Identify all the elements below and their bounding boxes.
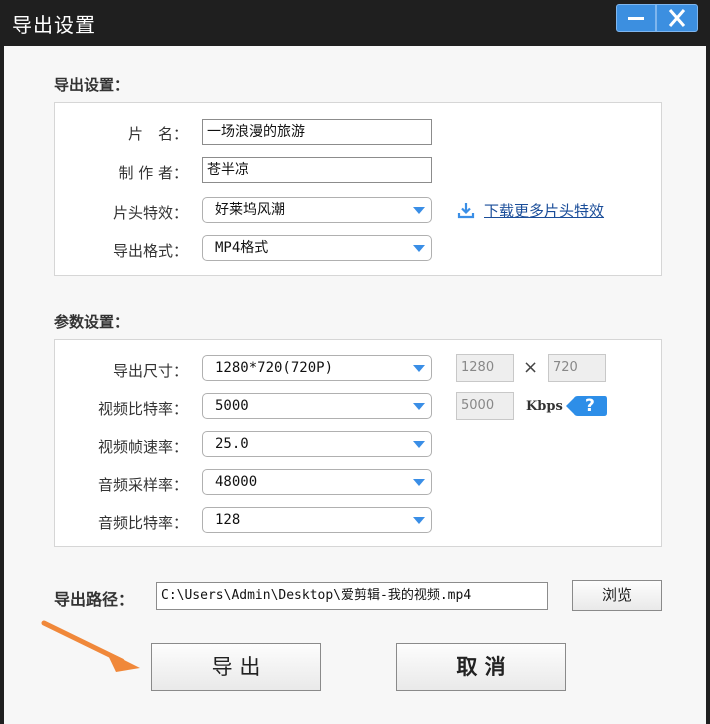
video-bitrate-select[interactable]: 5000	[202, 393, 432, 419]
chevron-down-icon	[413, 403, 425, 410]
format-select[interactable]: MP4格式	[202, 235, 432, 261]
author-label: 制 作 者：	[118, 164, 188, 182]
audio-bitrate-value: 128	[215, 512, 241, 528]
frame-rate-value: 25.0	[215, 436, 249, 452]
close-icon	[668, 9, 686, 27]
export-path-input[interactable]: C:\Users\Admin\Desktop\爱剪辑-我的视频.mp4	[156, 582, 548, 610]
audio-bitrate-label: 音频比特率：	[97, 514, 188, 532]
minimize-icon	[628, 17, 644, 20]
chevron-down-icon	[413, 245, 425, 252]
author-input[interactable]: 苍半凉	[202, 157, 432, 183]
download-icon	[457, 203, 475, 219]
video-bitrate-input[interactable]: 5000	[456, 392, 514, 420]
chevron-down-icon	[413, 479, 425, 486]
sample-rate-label: 音频采样率：	[97, 476, 188, 494]
video-bitrate-label: 视频比特率：	[97, 400, 188, 418]
help-icon: ?	[585, 396, 595, 416]
audio-bitrate-select[interactable]: 128	[202, 507, 432, 533]
chevron-down-icon	[413, 365, 425, 372]
format-value: MP4格式	[215, 240, 269, 256]
intro-effect-label: 片头特效：	[112, 204, 188, 222]
size-value: 1280*720(720P)	[215, 360, 334, 376]
height-input[interactable]: 720	[548, 354, 606, 382]
chevron-down-icon	[413, 441, 425, 448]
minimize-button[interactable]	[616, 4, 656, 32]
cancel-button[interactable]: 取 消	[396, 643, 566, 691]
sample-rate-select[interactable]: 48000	[202, 469, 432, 495]
export-settings-title: 导出设置：	[54, 76, 130, 94]
window-frame-left	[0, 46, 4, 724]
width-input[interactable]: 1280	[456, 354, 514, 382]
video-bitrate-value: 5000	[215, 398, 249, 414]
times-sign: ×	[523, 357, 539, 378]
help-button[interactable]: ?	[566, 395, 608, 417]
export-button[interactable]: 导 出	[151, 643, 321, 691]
kbps-unit: Kbps	[526, 399, 563, 414]
frame-rate-label: 视频帧速率：	[97, 438, 188, 456]
title-label: 片 名：	[127, 125, 188, 143]
export-path-label: 导出路径：	[54, 590, 135, 609]
title-input[interactable]: 一场浪漫的旅游	[202, 119, 432, 145]
window-frame-right	[706, 46, 710, 724]
window-title: 导出设置	[12, 13, 96, 37]
pointer-arrow-icon	[41, 620, 140, 672]
sample-rate-value: 48000	[215, 474, 258, 490]
size-select[interactable]: 1280*720(720P)	[202, 355, 432, 381]
chevron-down-icon	[413, 517, 425, 524]
intro-effect-select[interactable]: 好莱坞风潮	[202, 197, 432, 223]
intro-effect-value: 好莱坞风潮	[215, 202, 285, 218]
frame-rate-select[interactable]: 25.0	[202, 431, 432, 457]
params-title: 参数设置：	[54, 313, 130, 331]
browse-button[interactable]: 浏览	[572, 580, 662, 611]
chevron-down-icon	[413, 207, 425, 214]
title-bar: 导出设置	[0, 0, 710, 46]
size-label: 导出尺寸：	[112, 362, 188, 380]
close-button[interactable]	[656, 4, 698, 32]
download-link-label[interactable]: 下载更多片头特效	[484, 200, 604, 221]
format-label: 导出格式：	[112, 242, 188, 260]
